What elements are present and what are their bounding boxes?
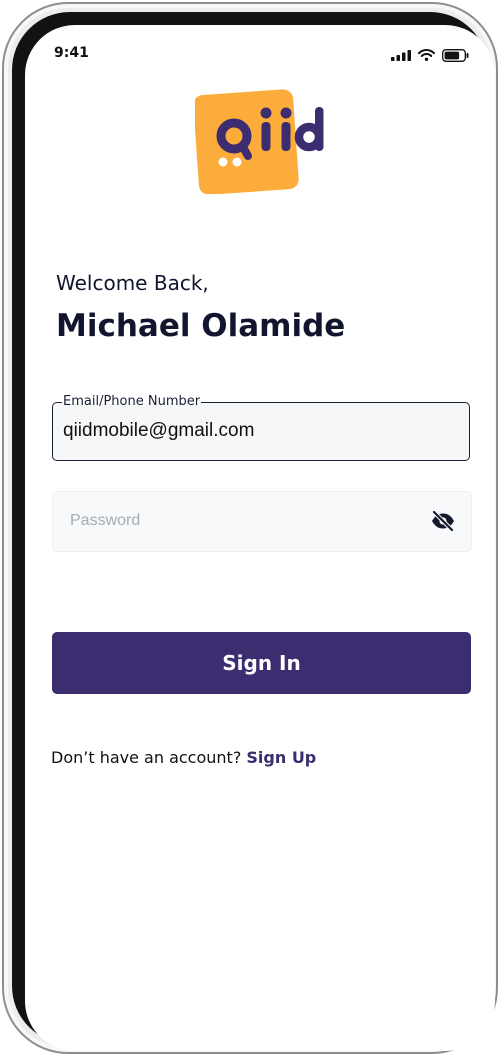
status-icons	[391, 48, 469, 62]
signup-prompt-text: Don’t have an account?	[51, 748, 247, 767]
phone-frame: 9:41 Welcome Back, Michael Olamide Email…	[2, 2, 498, 1054]
user-name: Michael Olamide	[56, 308, 346, 344]
sign-up-link[interactable]: Sign Up	[246, 748, 316, 767]
battery-icon	[442, 48, 469, 62]
status-time: 9:41	[54, 45, 89, 61]
qiid-logo	[193, 86, 327, 195]
password-field[interactable]	[52, 491, 472, 552]
wifi-icon	[418, 49, 435, 61]
sign-in-button[interactable]: Sign In	[52, 632, 471, 694]
phone-screen: 9:41 Welcome Back, Michael Olamide Email…	[25, 25, 495, 1051]
phone-bezel: 9:41 Welcome Back, Michael Olamide Email…	[12, 12, 495, 1051]
signup-prompt-row: Don’t have an account? Sign Up	[51, 748, 316, 767]
eye-off-icon[interactable]	[430, 509, 456, 533]
welcome-text: Welcome Back,	[56, 271, 209, 295]
email-field-label: Email/Phone Number	[62, 394, 202, 410]
password-input[interactable]	[70, 512, 400, 530]
email-input[interactable]	[63, 420, 443, 442]
signal-icon	[391, 49, 411, 61]
email-field[interactable]: Email/Phone Number	[52, 394, 470, 461]
